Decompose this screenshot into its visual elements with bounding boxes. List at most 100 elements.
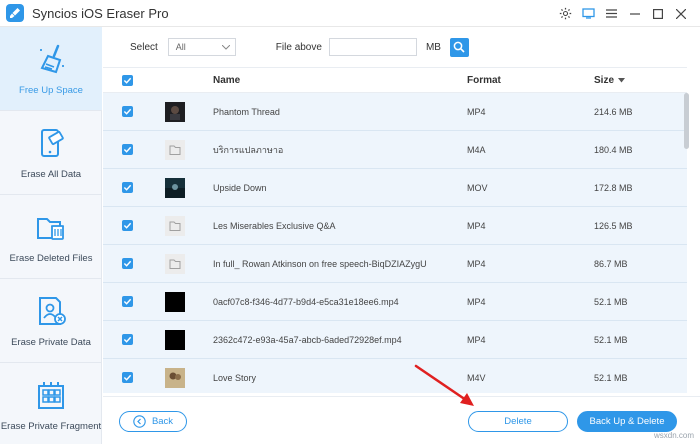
file-size: 172.8 MB bbox=[594, 182, 633, 193]
row-checkbox[interactable] bbox=[122, 296, 133, 307]
sidebar-item-erase-all-data[interactable]: Erase All Data bbox=[0, 111, 102, 195]
sidebar: Free Up Space Erase All Data Erase Delet… bbox=[0, 27, 102, 444]
file-thumbnail bbox=[165, 178, 185, 198]
settings-gear-icon[interactable] bbox=[554, 2, 577, 25]
row-checkbox[interactable] bbox=[122, 220, 133, 231]
file-format: M4V bbox=[467, 372, 486, 383]
file-thumbnail bbox=[165, 102, 185, 122]
sidebar-item-erase-private-fragment[interactable]: Erase Private Fragment bbox=[0, 363, 102, 444]
search-button[interactable] bbox=[449, 37, 469, 57]
file-thumbnail bbox=[165, 254, 185, 274]
check-icon bbox=[123, 146, 132, 153]
chevron-down-icon bbox=[221, 44, 230, 50]
backup-delete-button[interactable]: Back Up & Delete bbox=[577, 411, 677, 432]
maximize-icon[interactable] bbox=[646, 2, 669, 25]
close-icon[interactable] bbox=[669, 2, 692, 25]
file-size: 86.7 MB bbox=[594, 258, 628, 269]
file-format: M4A bbox=[467, 144, 486, 155]
file-name: บริการแปลภาษาอ bbox=[213, 144, 284, 155]
file-name: 0acf07c8-f346-4d77-b9d4-e5ca31e18ee6.mp4 bbox=[213, 296, 399, 307]
check-icon bbox=[123, 222, 132, 229]
check-icon bbox=[123, 77, 132, 84]
back-button[interactable]: Back bbox=[119, 411, 187, 432]
check-icon bbox=[123, 260, 132, 267]
row-checkbox[interactable] bbox=[122, 106, 133, 117]
unit-label: MB bbox=[425, 41, 441, 53]
feedback-icon[interactable] bbox=[577, 2, 600, 25]
table-row[interactable]: บริการแปลภาษาอ M4A 180.4 MB bbox=[103, 131, 687, 169]
delete-button-label: Delete bbox=[504, 416, 532, 427]
table-row[interactable]: Phantom Thread MP4 214.6 MB bbox=[103, 93, 687, 131]
file-thumbnail bbox=[165, 368, 185, 388]
sidebar-item-erase-private-data[interactable]: Erase Private Data bbox=[0, 279, 102, 363]
file-format: MP4 bbox=[467, 258, 486, 269]
folder-trash-icon bbox=[33, 209, 69, 245]
check-icon bbox=[123, 336, 132, 343]
menu-icon[interactable] bbox=[600, 2, 623, 25]
back-arrow-icon bbox=[133, 415, 146, 428]
sidebar-item-label: Erase Private Data bbox=[11, 337, 91, 348]
table-row[interactable]: Upside Down MOV 172.8 MB bbox=[103, 169, 687, 207]
check-icon bbox=[123, 374, 132, 381]
app-title: Syncios iOS Eraser Pro bbox=[32, 5, 169, 21]
file-size: 180.4 MB bbox=[594, 144, 633, 155]
file-format: MOV bbox=[467, 182, 488, 193]
bottom-bar: Back Delete Back Up & Delete bbox=[103, 396, 700, 444]
table-row[interactable]: 0acf07c8-f346-4d77-b9d4-e5ca31e18ee6.mp4… bbox=[103, 283, 687, 321]
file-format: MP4 bbox=[467, 220, 486, 231]
broom-icon bbox=[33, 41, 69, 77]
select-dropdown[interactable]: All bbox=[167, 38, 236, 56]
minimize-icon[interactable] bbox=[623, 2, 646, 25]
delete-button[interactable]: Delete bbox=[468, 411, 568, 432]
backup-delete-button-label: Back Up & Delete bbox=[589, 416, 665, 427]
file-above-input[interactable] bbox=[328, 38, 417, 56]
file-thumbnail bbox=[165, 140, 185, 160]
file-list: Phantom Thread MP4 214.6 MB บริการแปลภาษาอ M… bbox=[103, 93, 687, 393]
row-checkbox[interactable] bbox=[122, 334, 133, 345]
check-icon bbox=[123, 184, 132, 191]
table-header: Name Format Size bbox=[103, 67, 687, 93]
file-above-label: File above bbox=[275, 41, 322, 53]
file-thumbnail bbox=[165, 330, 185, 350]
sidebar-item-label: Erase Deleted Files bbox=[9, 253, 93, 264]
check-icon bbox=[123, 298, 132, 305]
file-name: 2362c472-e93a-45a7-abcb-6aded72928ef.mp4 bbox=[213, 334, 402, 345]
scrollbar[interactable] bbox=[684, 93, 689, 149]
file-name: Les Miserables Exclusive Q&A bbox=[213, 220, 336, 231]
row-checkbox[interactable] bbox=[122, 144, 133, 155]
phone-erase-icon bbox=[33, 125, 69, 161]
check-icon bbox=[123, 108, 132, 115]
title-bar: Syncios iOS Eraser Pro bbox=[0, 0, 700, 27]
file-format: MP4 bbox=[467, 334, 486, 345]
file-size: 52.1 MB bbox=[594, 372, 628, 383]
file-name: Love Story bbox=[213, 372, 257, 383]
column-header-size-label: Size bbox=[594, 74, 615, 86]
sidebar-item-label: Erase All Data bbox=[20, 169, 82, 180]
file-size: 214.6 MB bbox=[594, 106, 633, 117]
column-header-size[interactable]: Size bbox=[594, 74, 626, 86]
file-size: 52.1 MB bbox=[594, 296, 628, 307]
fragment-grid-icon bbox=[33, 377, 69, 413]
file-size: 52.1 MB bbox=[594, 334, 628, 345]
table-row[interactable]: Les Miserables Exclusive Q&A MP4 126.5 MB bbox=[103, 207, 687, 245]
file-name: In full_ Rowan Atkinson on free speech-B… bbox=[213, 258, 427, 269]
file-name: Upside Down bbox=[213, 182, 267, 193]
file-size: 126.5 MB bbox=[594, 220, 633, 231]
sidebar-item-label: Free Up Space bbox=[19, 85, 83, 96]
sidebar-item-erase-deleted-files[interactable]: Erase Deleted Files bbox=[0, 195, 102, 279]
select-all-checkbox[interactable] bbox=[122, 74, 133, 86]
file-thumbnail bbox=[165, 292, 185, 312]
sidebar-item-label: Erase Private Fragment bbox=[0, 421, 102, 432]
file-format: MP4 bbox=[467, 296, 486, 307]
column-header-format[interactable]: Format bbox=[467, 75, 501, 86]
table-row[interactable]: Love Story M4V 52.1 MB bbox=[103, 359, 687, 393]
file-thumbnail bbox=[165, 216, 185, 236]
sidebar-item-free-up-space[interactable]: Free Up Space bbox=[0, 27, 102, 111]
watermark: wsxdn.com bbox=[653, 431, 694, 440]
row-checkbox[interactable] bbox=[122, 182, 133, 193]
table-row[interactable]: In full_ Rowan Atkinson on free speech-B… bbox=[103, 245, 687, 283]
row-checkbox[interactable] bbox=[122, 258, 133, 269]
row-checkbox[interactable] bbox=[122, 372, 133, 383]
column-header-name[interactable]: Name bbox=[213, 75, 240, 86]
table-row[interactable]: 2362c472-e93a-45a7-abcb-6aded72928ef.mp4… bbox=[103, 321, 687, 359]
